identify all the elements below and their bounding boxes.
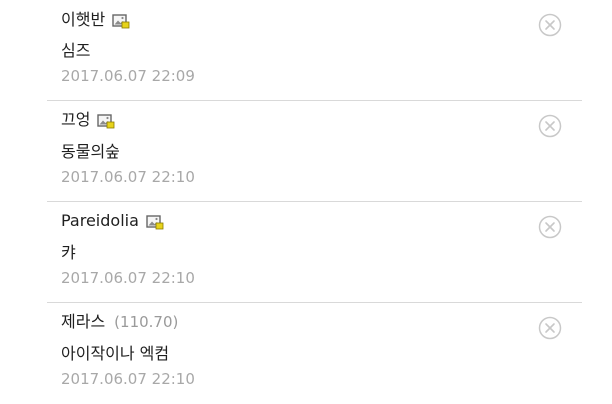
comment-author[interactable]: 이햇반 xyxy=(61,9,105,31)
comment-timestamp: 2017.06.07 22:10 xyxy=(61,370,195,388)
close-circle-icon xyxy=(538,13,562,37)
comment-timestamp: 2017.06.07 22:09 xyxy=(61,67,195,85)
comment-ip: (110.70) xyxy=(114,313,179,331)
comment-list: 이햇반 심즈 2017.06.07 22:09 끄엉 동물의숲 2017.06.… xyxy=(47,0,582,404)
comment-author[interactable]: Pareidolia xyxy=(61,210,139,232)
comment-author-row: Pareidolia xyxy=(61,210,164,232)
close-circle-icon xyxy=(538,114,562,138)
delete-comment-button[interactable] xyxy=(538,316,562,340)
image-upload-icon xyxy=(146,214,164,230)
comment-text: 아이작이나 엑컴 xyxy=(61,344,170,363)
comment-text: 심즈 xyxy=(61,41,91,60)
image-upload-icon xyxy=(97,113,115,129)
comment-text: 동물의숲 xyxy=(61,142,120,161)
delete-comment-button[interactable] xyxy=(538,215,562,239)
comment-timestamp: 2017.06.07 22:10 xyxy=(61,269,195,287)
comment-item: 끄엉 동물의숲 2017.06.07 22:10 xyxy=(47,101,582,202)
comment-author[interactable]: 제라스 xyxy=(61,311,105,333)
image-upload-icon xyxy=(112,13,130,29)
comment-text: 캬 xyxy=(61,243,76,262)
comment-item: 이햇반 심즈 2017.06.07 22:09 xyxy=(47,0,582,101)
delete-comment-button[interactable] xyxy=(538,114,562,138)
comment-author-row: 끄엉 xyxy=(61,109,115,131)
comment-item: 제라스 (110.70) 아이작이나 엑컴 2017.06.07 22:10 xyxy=(47,303,582,404)
comment-item: Pareidolia 캬 2017.06.07 22:10 xyxy=(47,202,582,303)
close-circle-icon xyxy=(538,215,562,239)
comment-author-row: 이햇반 xyxy=(61,9,130,31)
comment-author[interactable]: 끄엉 xyxy=(61,109,90,131)
delete-comment-button[interactable] xyxy=(538,13,562,37)
comment-timestamp: 2017.06.07 22:10 xyxy=(61,168,195,186)
close-circle-icon xyxy=(538,316,562,340)
comment-author-row: 제라스 (110.70) xyxy=(61,311,178,333)
